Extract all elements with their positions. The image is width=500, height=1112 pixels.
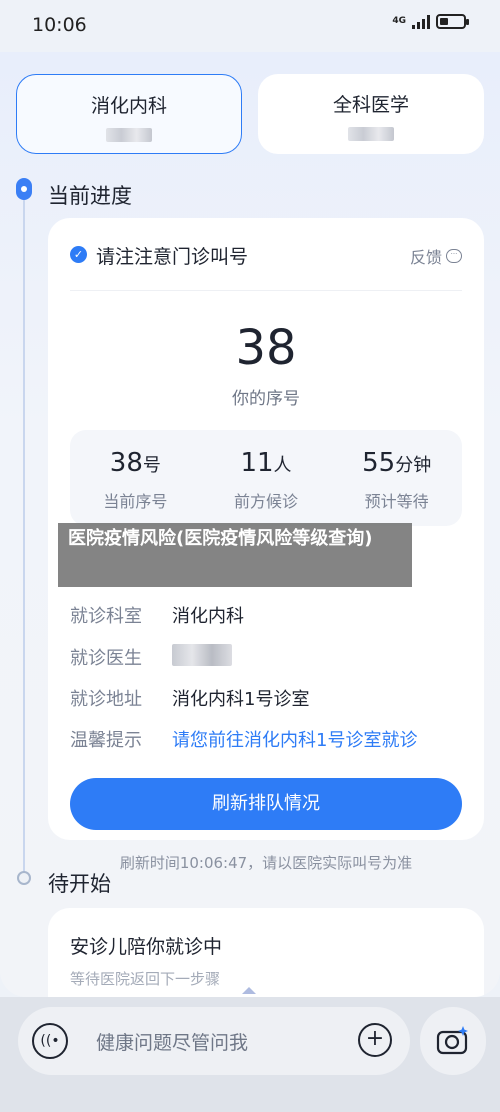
tip-link[interactable]: 请您前往消化内科1号诊室就诊 [172,726,417,752]
blurred-doctor-name [172,644,232,666]
plus-icon[interactable]: + [358,1023,392,1057]
chat-placeholder: 健康问题尽管问我 [96,1032,249,1054]
battery-level [440,18,448,25]
upcoming-card-title: 安诊儿陪你就诊中 [70,936,223,958]
stat-label: 预计等待 [364,492,429,511]
feedback-label: 反馈 [409,248,442,267]
feedback-button[interactable]: 反馈 ··· [410,244,462,268]
timeline-pending-dot [17,871,31,885]
stat-current: 38号 当前序号 [70,430,201,526]
info-key: 就诊医生 [70,648,142,669]
camera-sparkle-icon [436,1026,468,1055]
stat-unit: 分钟 [395,455,432,476]
blurred-subtitle [348,127,394,141]
stat-unit: 人 [273,455,292,476]
stat-value: 11 [240,448,274,478]
sheet-handle-icon[interactable] [242,987,256,994]
tab-dept-general[interactable]: 全科医学 [258,74,484,154]
upcoming-card-subtitle: 等待医院返回下一步骤 [70,970,221,988]
stat-value: 55 [362,448,396,478]
stat-ahead: 11人 前方候诊 [201,430,332,526]
stat-label: 当前序号 [103,492,168,511]
info-key: 就诊地址 [70,689,142,710]
timeline-line [23,182,25,872]
network-label: 4G [392,16,406,26]
bottom-bar: ((• 健康问题尽管问我 + [0,997,500,1112]
queue-number: 38 [235,320,297,376]
check-circle-icon: ✓ [70,246,87,263]
overlay-banner: 医院疫情风险(医院疫情风险等级查询) [58,523,412,587]
notice-title: 请注注意门诊叫号 [96,246,249,268]
voice-icon[interactable]: ((• [32,1023,68,1059]
signal-icon [412,14,430,29]
info-address: 就诊地址 消化内科1号诊室 [70,685,474,711]
timeline-active-dot [16,178,32,200]
tab-dept-gastro-label: 消化内科 [90,95,167,117]
stat-label: 前方候诊 [234,492,299,511]
status-bar: 10:06 4G [0,0,500,52]
info-value: 消化内科1号诊室 [172,689,310,710]
info-value: 消化内科 [172,606,244,627]
stat-value: 38 [109,448,143,478]
current-progress-title: 当前进度 [48,184,132,208]
battery-icon [436,14,469,29]
queue-number-label: 你的序号 [232,389,300,409]
upcoming-title: 待开始 [48,872,111,896]
refresh-time-note: 刷新时间10:06:47，请以医院实际叫号为准 [119,854,413,872]
refresh-queue-button[interactable]: 刷新排队情况 [70,778,462,830]
tab-dept-gastro[interactable]: 消化内科 [16,74,242,154]
upcoming-card[interactable]: 安诊儿陪你就诊中 等待医院返回下一步骤 [48,908,484,997]
blurred-subtitle [106,128,152,142]
stat-unit: 号 [142,455,161,476]
info-key: 就诊科室 [70,606,142,627]
camera-button[interactable] [420,1007,486,1075]
chat-bubble-icon: ··· [446,249,462,263]
status-indicators: 4G [392,14,469,29]
info-doctor: 就诊医生 [70,644,474,670]
info-tip: 温馨提示 请您前往消化内科1号诊室就诊 [70,726,474,752]
card-header: ✓ 请注注意门诊叫号 反馈 ··· [70,242,462,268]
divider [70,290,462,291]
info-room: 就诊科室 消化内科 [70,602,474,628]
stat-wait: 55分钟 预计等待 [331,430,462,526]
info-key: 温馨提示 [70,730,142,751]
queue-stats: 38号 当前序号 11人 前方候诊 55分钟 预计等待 [70,430,462,526]
status-time: 10:06 [32,14,87,36]
tab-dept-general-label: 全科医学 [332,94,409,116]
chat-input[interactable]: ((• 健康问题尽管问我 + [18,1007,410,1075]
overlay-text: 医院疫情风险(医院疫情风险等级查询) [68,528,373,549]
